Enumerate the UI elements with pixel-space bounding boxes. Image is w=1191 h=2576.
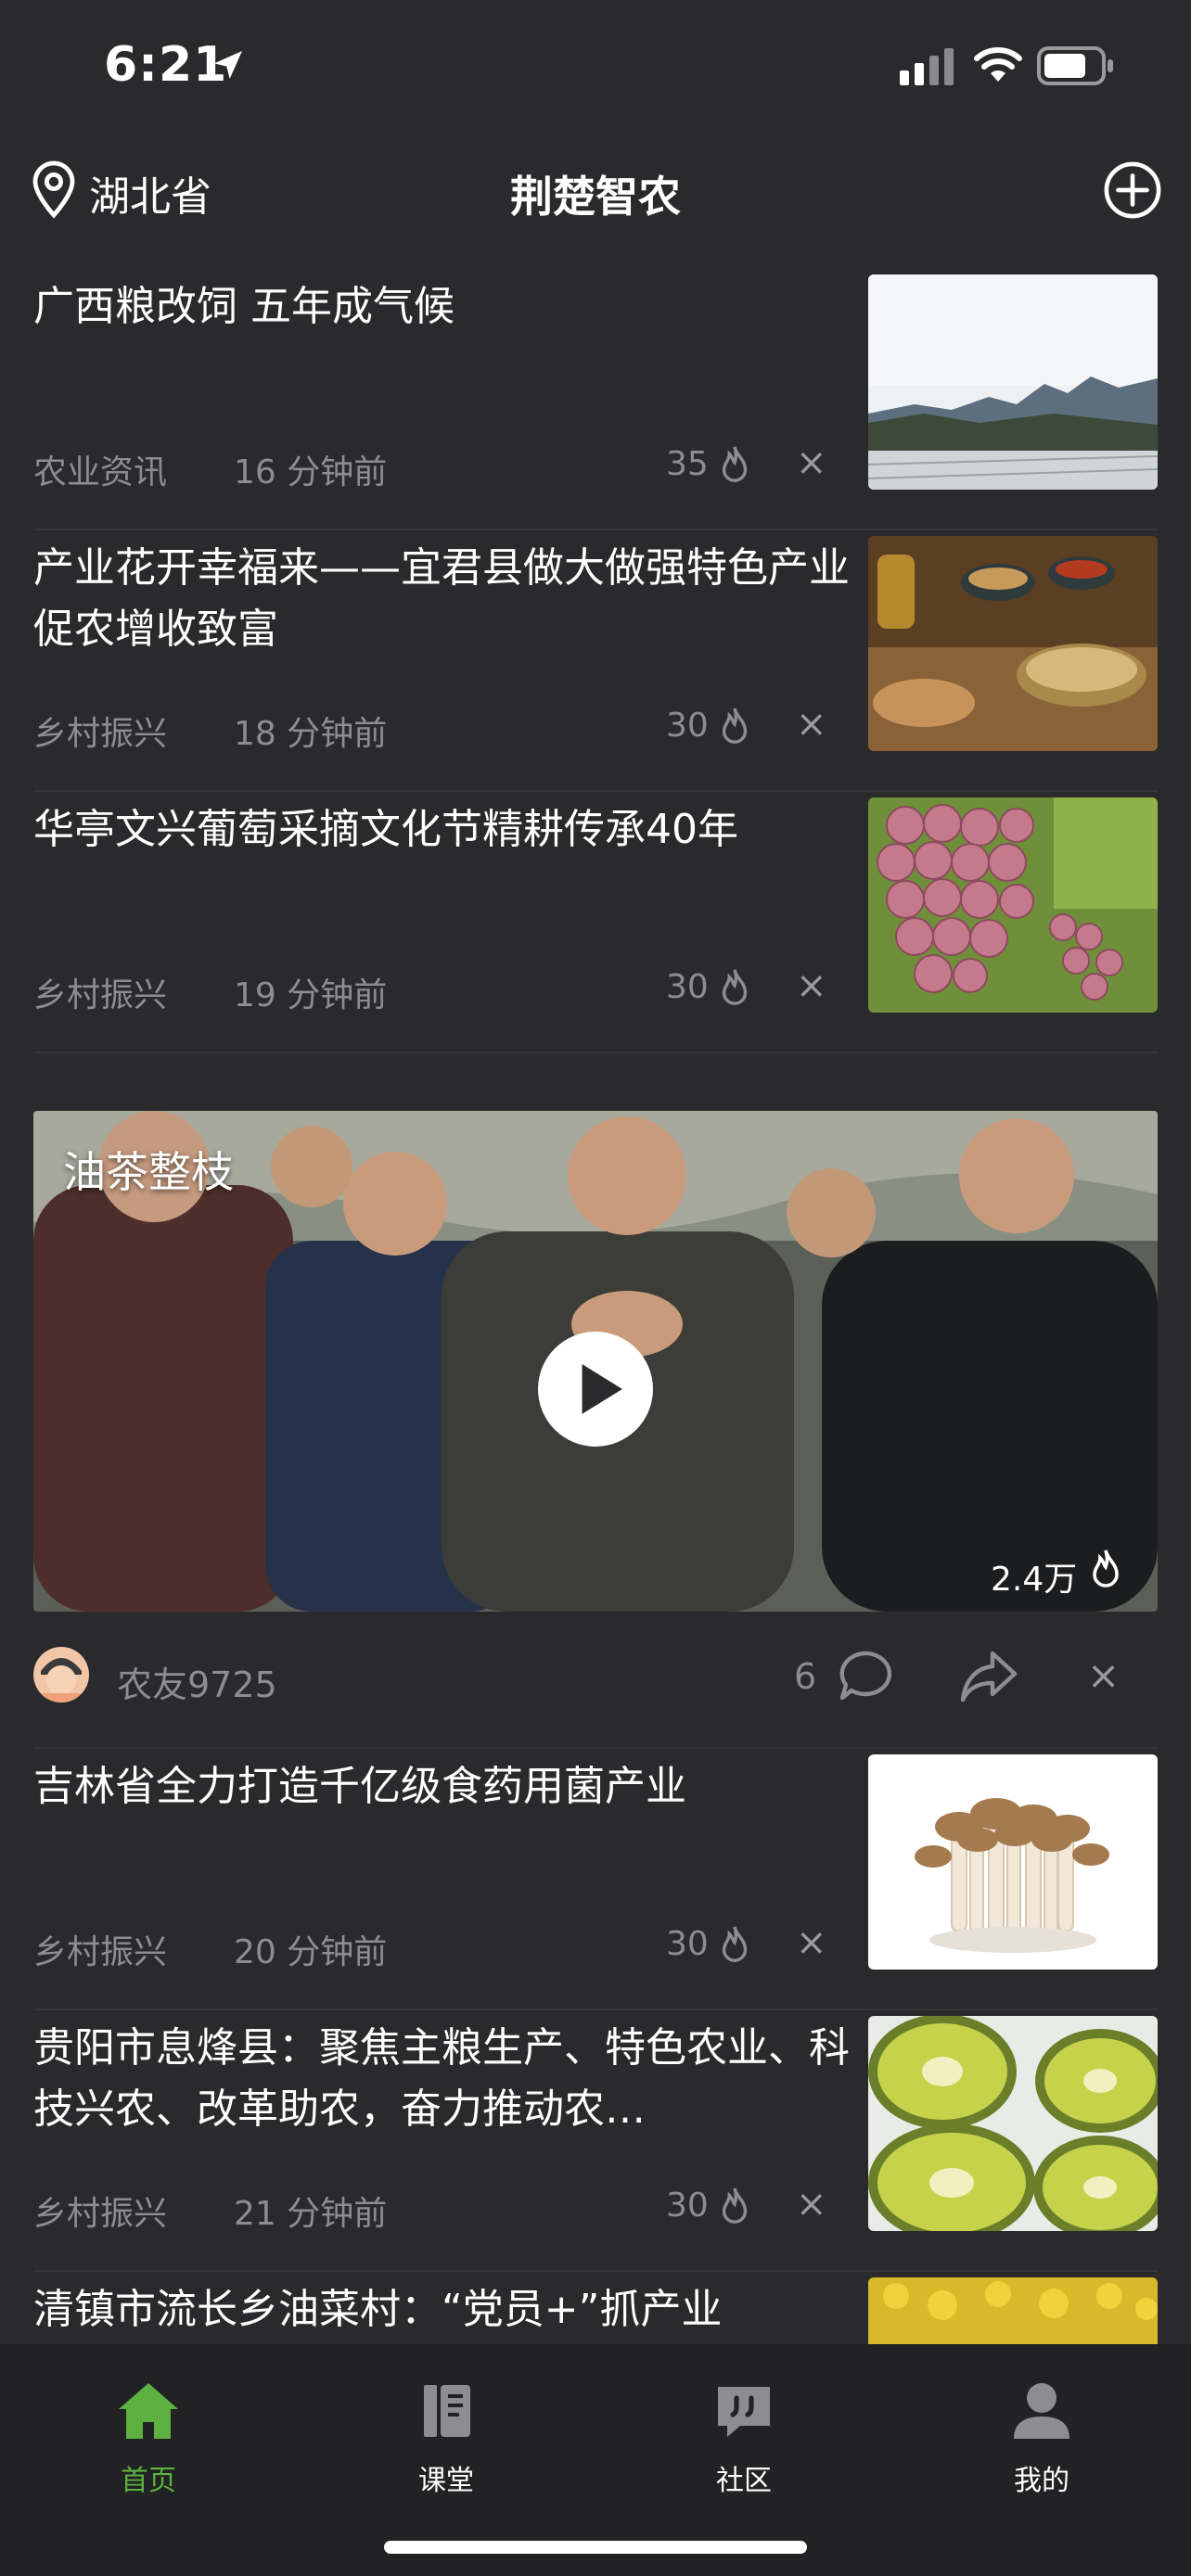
video-item[interactable]: 油茶整枝 2.4万 农友9725 6 × xyxy=(0,1053,1191,1749)
author-name[interactable]: 农友9725 xyxy=(117,1656,277,1707)
news-time: 20 分钟前 xyxy=(234,1933,388,1971)
tab-label: 社区 xyxy=(716,2465,772,2497)
flame-icon xyxy=(722,969,748,1005)
dismiss-button[interactable]: × xyxy=(1087,1652,1120,1698)
play-button[interactable] xyxy=(538,1332,653,1447)
video-actions: 农友9725 6 × xyxy=(33,1643,1158,1710)
dismiss-button[interactable]: × xyxy=(796,703,827,746)
news-time: 19 分钟前 xyxy=(234,976,388,1014)
news-category: 农业资讯 xyxy=(33,453,168,491)
news-thumbnail[interactable] xyxy=(868,274,1158,490)
flame-icon xyxy=(722,2187,748,2224)
flame-icon xyxy=(722,446,748,482)
tab-class[interactable]: 课堂 xyxy=(372,2378,520,2498)
news-feed[interactable]: 广西粮改饲 五年成气候 农业资讯 16 分钟前 35 × 产业花开幸福来——宜君… xyxy=(0,269,1191,2344)
dismiss-button[interactable]: × xyxy=(796,964,827,1007)
news-title[interactable]: 清镇市流长乡油菜村：“党员+”抓产业 xyxy=(33,2279,850,2340)
flame-icon xyxy=(722,1926,748,1962)
avatar[interactable] xyxy=(33,1647,89,1702)
hot-count: 30 xyxy=(666,1925,709,1963)
news-meta: 乡村振兴 19 分钟前 30 × xyxy=(33,964,850,1014)
news-thumbnail[interactable] xyxy=(868,797,1158,1013)
news-item[interactable]: 清镇市流长乡油菜村：“党员+”抓产业 xyxy=(0,2272,1191,2344)
dismiss-button[interactable]: × xyxy=(796,441,827,484)
home-icon xyxy=(119,2383,178,2439)
tab-mine[interactable]: 我的 xyxy=(967,2378,1116,2498)
video-title[interactable]: 油茶整枝 xyxy=(63,1139,234,1200)
share-icon[interactable] xyxy=(959,1647,1018,1704)
news-time: 21 分钟前 xyxy=(234,2195,388,2233)
news-time: 16 分钟前 xyxy=(234,453,388,491)
news-meta: 农业资讯 16 分钟前 35 × xyxy=(33,441,850,491)
news-title[interactable]: 吉林省全力打造千亿级食药用菌产业 xyxy=(33,1756,850,1817)
tab-label: 我的 xyxy=(1014,2465,1069,2497)
news-category: 乡村振兴 xyxy=(33,976,168,1014)
news-item[interactable]: 产业花开幸福来——宜君县做大做强特色产业促农增收致富 乡村振兴 18 分钟前 3… xyxy=(0,530,1191,792)
comment-icon[interactable] xyxy=(837,1649,892,1702)
dismiss-button[interactable]: × xyxy=(796,1921,827,1964)
news-category: 乡村振兴 xyxy=(33,715,168,753)
comment-count: 6 xyxy=(794,1656,817,1697)
wifi-icon xyxy=(974,47,1022,82)
cellular-signal-icon xyxy=(900,48,954,85)
flame-icon xyxy=(1093,1549,1119,1588)
location-arrow-icon xyxy=(214,51,242,79)
tab-home[interactable]: 首页 xyxy=(74,2378,223,2498)
dismiss-button[interactable]: × xyxy=(796,2183,827,2225)
news-category: 乡村振兴 xyxy=(33,2195,168,2233)
flame-icon xyxy=(722,708,748,744)
news-time: 18 分钟前 xyxy=(234,715,388,753)
news-thumbnail[interactable] xyxy=(868,1754,1158,1970)
news-meta: 乡村振兴 21 分钟前 30 × xyxy=(33,2183,850,2233)
add-button[interactable] xyxy=(1104,161,1161,219)
page-title: 荆楚智农 xyxy=(510,172,681,222)
news-thumbnail[interactable] xyxy=(868,2016,1158,2231)
news-item[interactable]: 贵阳市息烽县：聚焦主粮生产、特色农业、科技兴农、改革助农，奋力推动农… 乡村振兴… xyxy=(0,2010,1191,2272)
hot-count: 30 xyxy=(666,2187,709,2225)
news-thumbnail[interactable] xyxy=(868,536,1158,751)
news-item[interactable]: 华亭文兴葡萄采摘文化节精耕传承40年 乡村振兴 19 分钟前 30 × xyxy=(0,792,1191,1053)
news-meta: 乡村振兴 18 分钟前 30 × xyxy=(33,703,850,753)
person-icon xyxy=(1014,2383,1069,2439)
tab-label: 首页 xyxy=(121,2465,176,2497)
book-icon xyxy=(424,2385,470,2437)
news-meta: 乡村振兴 20 分钟前 30 × xyxy=(33,1921,850,1971)
status-bar: 6:21 xyxy=(0,0,1191,139)
home-indicator[interactable] xyxy=(384,2541,807,2554)
tab-community[interactable]: 社区 xyxy=(670,2378,818,2498)
news-item[interactable]: 吉林省全力打造千亿级食药用菌产业 乡村振兴 20 分钟前 30 × xyxy=(0,1749,1191,2010)
chat-quote-icon xyxy=(718,2387,770,2437)
hot-count: 30 xyxy=(666,968,709,1006)
news-title[interactable]: 产业花开幸福来——宜君县做大做强特色产业促农增收致富 xyxy=(33,538,850,660)
news-item[interactable]: 广西粮改饲 五年成气候 农业资讯 16 分钟前 35 × xyxy=(0,269,1191,530)
news-title[interactable]: 华亭文兴葡萄采摘文化节精耕传承40年 xyxy=(33,799,850,861)
view-count: 2.4万 xyxy=(991,1561,1078,1599)
news-title[interactable]: 广西粮改饲 五年成气候 xyxy=(33,276,850,338)
tab-label: 课堂 xyxy=(418,2465,474,2497)
news-title[interactable]: 贵阳市息烽县：聚焦主粮生产、特色农业、科技兴农、改革助农，奋力推动农… xyxy=(33,2018,850,2140)
news-thumbnail[interactable] xyxy=(868,2277,1158,2344)
hot-count: 30 xyxy=(666,707,709,745)
news-category: 乡村振兴 xyxy=(33,1933,168,1971)
hot-count: 35 xyxy=(666,445,709,483)
battery-icon xyxy=(1037,46,1113,85)
